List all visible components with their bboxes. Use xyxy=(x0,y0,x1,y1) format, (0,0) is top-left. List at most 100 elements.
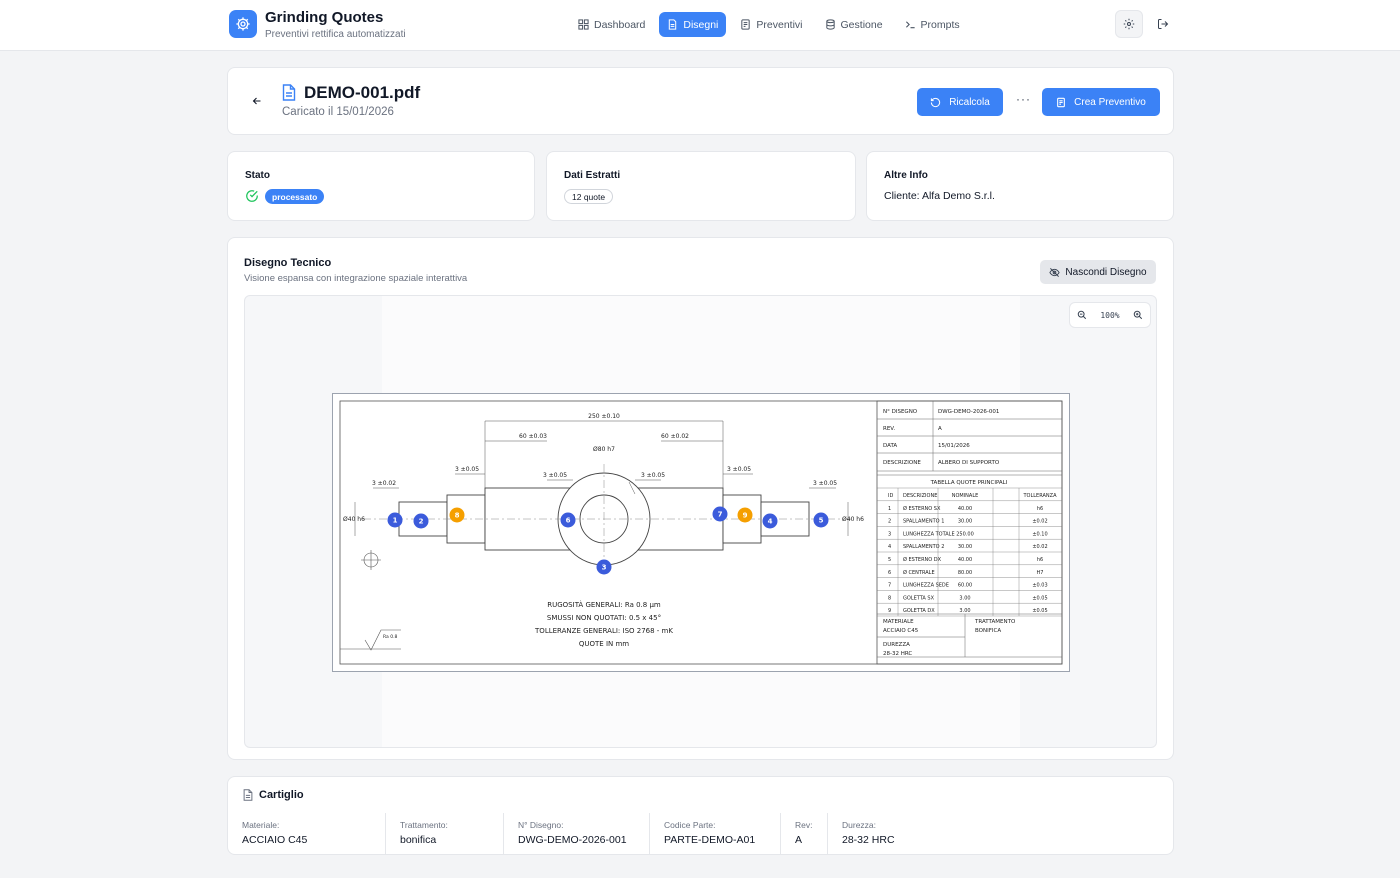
dim-left-dia: Ø40 h6 xyxy=(343,516,365,523)
drawing-viewer[interactable]: 100% 250 ±0.10 60 ±0.03 60 ±0.02 Ø80 h7 … xyxy=(244,295,1157,748)
material-value: ACCIAIO C45 xyxy=(883,628,919,634)
table-cell: 3 xyxy=(888,531,891,537)
dimension-marker-7[interactable]: 7 xyxy=(712,506,728,522)
dimension-marker-4[interactable]: 4 xyxy=(762,513,778,529)
table-header-cell: TOLLERANZA xyxy=(1023,493,1058,499)
tb-val-2: A xyxy=(938,426,942,432)
table-cell: ±0.05 xyxy=(1032,595,1047,601)
technical-drawing-card: Disegno Tecnico Visione espansa con inte… xyxy=(227,237,1174,760)
upload-date: Caricato il 15/01/2026 xyxy=(282,106,394,118)
zoom-in-icon[interactable] xyxy=(1133,310,1143,320)
more-options-button[interactable]: ··· xyxy=(1016,92,1031,106)
hardness-key: DUREZZA xyxy=(883,642,910,648)
marker-label: 3 xyxy=(602,564,607,572)
cart-key: Trattamento: xyxy=(400,820,448,830)
cart-value: DWG-DEMO-2026-001 xyxy=(518,834,627,846)
note-1: RUGOSITÀ GENERALI: Ra 0.8 µm xyxy=(547,600,661,609)
zoom-controls: 100% xyxy=(1069,302,1151,328)
nav-disegni[interactable]: Disegni xyxy=(659,12,727,37)
table-cell: 250.00 xyxy=(956,531,974,537)
table-header-cell: DESCRIZIONE xyxy=(903,493,937,499)
cart-key: Rev: xyxy=(795,820,813,830)
status-badge: processato xyxy=(265,189,325,204)
status-card: Stato processato xyxy=(227,151,535,221)
table-cell: 2 xyxy=(888,519,891,525)
dimension-marker-1[interactable]: 1 xyxy=(387,512,403,528)
cart-value: A xyxy=(795,834,803,846)
table-cell: 80.00 xyxy=(958,570,972,576)
dim-right-dia: Ø40 h6 xyxy=(842,516,864,523)
table-cell: LUNGHEZZA TOTALE xyxy=(903,531,955,537)
dimension-marker-5[interactable]: 5 xyxy=(813,512,829,528)
main-nav: Dashboard Disegni Preventivi Gestione Pr… xyxy=(570,12,968,37)
app-logo-gear-icon[interactable] xyxy=(229,10,257,38)
nav-dashboard[interactable]: Dashboard xyxy=(570,12,653,37)
table-cell: Ø ESTERNO SX xyxy=(903,505,941,512)
table-cell: 6 xyxy=(888,570,891,576)
treatment-value: BONIFICA xyxy=(975,628,1001,634)
cart-key: N° Disegno: xyxy=(518,820,564,830)
logout-button[interactable] xyxy=(1153,14,1173,34)
dims-table: ID DESCRIZIONE NOMINALE TOLLERANZA 1 Ø ESTERN… xyxy=(877,487,1062,617)
note-4: QUOTE IN mm xyxy=(579,640,629,648)
dimension-marker-9[interactable]: 9 xyxy=(737,507,753,523)
datum-symbol xyxy=(361,550,381,570)
zoom-out-icon[interactable] xyxy=(1077,310,1087,320)
dim-left-shoulder: 60 ±0.03 xyxy=(519,433,547,440)
table-cell: h6 xyxy=(1037,506,1043,512)
roughness-label: Ra 0.8 xyxy=(383,634,398,640)
table-cell: GOLETTA SX xyxy=(903,595,935,601)
cartiglio-fields: Materiale: ACCIAIO C45 Trattamento: boni… xyxy=(228,813,1174,855)
nav-prompts-label: Prompts xyxy=(920,18,960,31)
dimension-marker-3[interactable]: 3 xyxy=(596,559,612,575)
hardness-value: 28-32 HRC xyxy=(883,651,912,657)
recalculate-button[interactable]: Ricalcola xyxy=(917,88,1003,116)
nav-gestione[interactable]: Gestione xyxy=(817,12,891,37)
quote-count-badge: 12 quote xyxy=(564,189,614,204)
eye-off-icon xyxy=(1049,267,1061,277)
table-cell: ±0.02 xyxy=(1032,519,1047,525)
table-cell: 60.00 xyxy=(958,583,972,589)
dimension-marker-2[interactable]: 2 xyxy=(413,513,429,529)
material-key: MATERIALE xyxy=(883,619,914,625)
other-info-card: Altre Info Cliente: Alfa Demo S.r.l. xyxy=(866,151,1174,221)
hide-drawing-button[interactable]: Nascondi Disegno xyxy=(1040,260,1156,284)
create-quote-button[interactable]: Crea Preventivo xyxy=(1042,88,1160,116)
table-cell: 30.00 xyxy=(958,544,972,550)
technical-drawing-sheet: 250 ±0.10 60 ±0.03 60 ±0.02 Ø80 h7 3 ±0.… xyxy=(332,393,1070,672)
marker-label: 9 xyxy=(743,512,748,520)
drawing-panel-title: Disegno Tecnico xyxy=(244,257,332,269)
dim-left-collar: 3 ±0.05 xyxy=(455,466,479,473)
check-circle-icon xyxy=(246,190,258,202)
table-header-cell: ID xyxy=(888,493,893,499)
table-cell: ±0.02 xyxy=(1032,544,1047,550)
cart-field-part-code: Codice Parte: PARTE-DEMO-A01 xyxy=(650,813,781,855)
cart-field-rev: Rev: A xyxy=(781,813,828,855)
grid-icon xyxy=(578,19,589,30)
cart-field-hardness: Durezza: 28-32 HRC xyxy=(828,813,968,855)
table-cell: 8 xyxy=(888,595,891,601)
table-cell: 40.00 xyxy=(958,557,972,563)
note-3: TOLLERANZE GENERALI: ISO 2768 - mK xyxy=(534,627,673,635)
cart-value: ACCIAIO C45 xyxy=(242,834,308,846)
back-button[interactable] xyxy=(248,92,266,110)
settings-button[interactable] xyxy=(1115,10,1143,38)
marker-label: 6 xyxy=(566,517,571,525)
roughness-symbol xyxy=(340,629,401,651)
file-icon xyxy=(243,789,253,801)
hide-drawing-label: Nascondi Disegno xyxy=(1065,266,1147,278)
dim-right-end: 3 ±0.05 xyxy=(813,480,837,487)
tb-key-2: REV. xyxy=(883,426,895,432)
table-cell: 40.00 xyxy=(958,506,972,512)
client-info: Cliente: Alfa Demo S.r.l. xyxy=(884,190,995,202)
nav-preventivi[interactable]: Preventivi xyxy=(732,12,810,37)
tb-val-1: DWG-DEMO-2026-001 xyxy=(938,409,999,415)
marker-label: 8 xyxy=(455,512,460,520)
status-label: Stato xyxy=(245,170,270,181)
dim-left-inner: 3 ±0.05 xyxy=(543,472,567,479)
dimension-marker-6[interactable]: 6 xyxy=(560,512,576,528)
marker-label: 5 xyxy=(819,517,824,525)
dimension-marker-8[interactable]: 8 xyxy=(449,507,465,523)
file-header-card: DEMO-001.pdf Caricato il 15/01/2026 Rica… xyxy=(227,67,1174,135)
nav-prompts[interactable]: Prompts xyxy=(897,12,968,37)
